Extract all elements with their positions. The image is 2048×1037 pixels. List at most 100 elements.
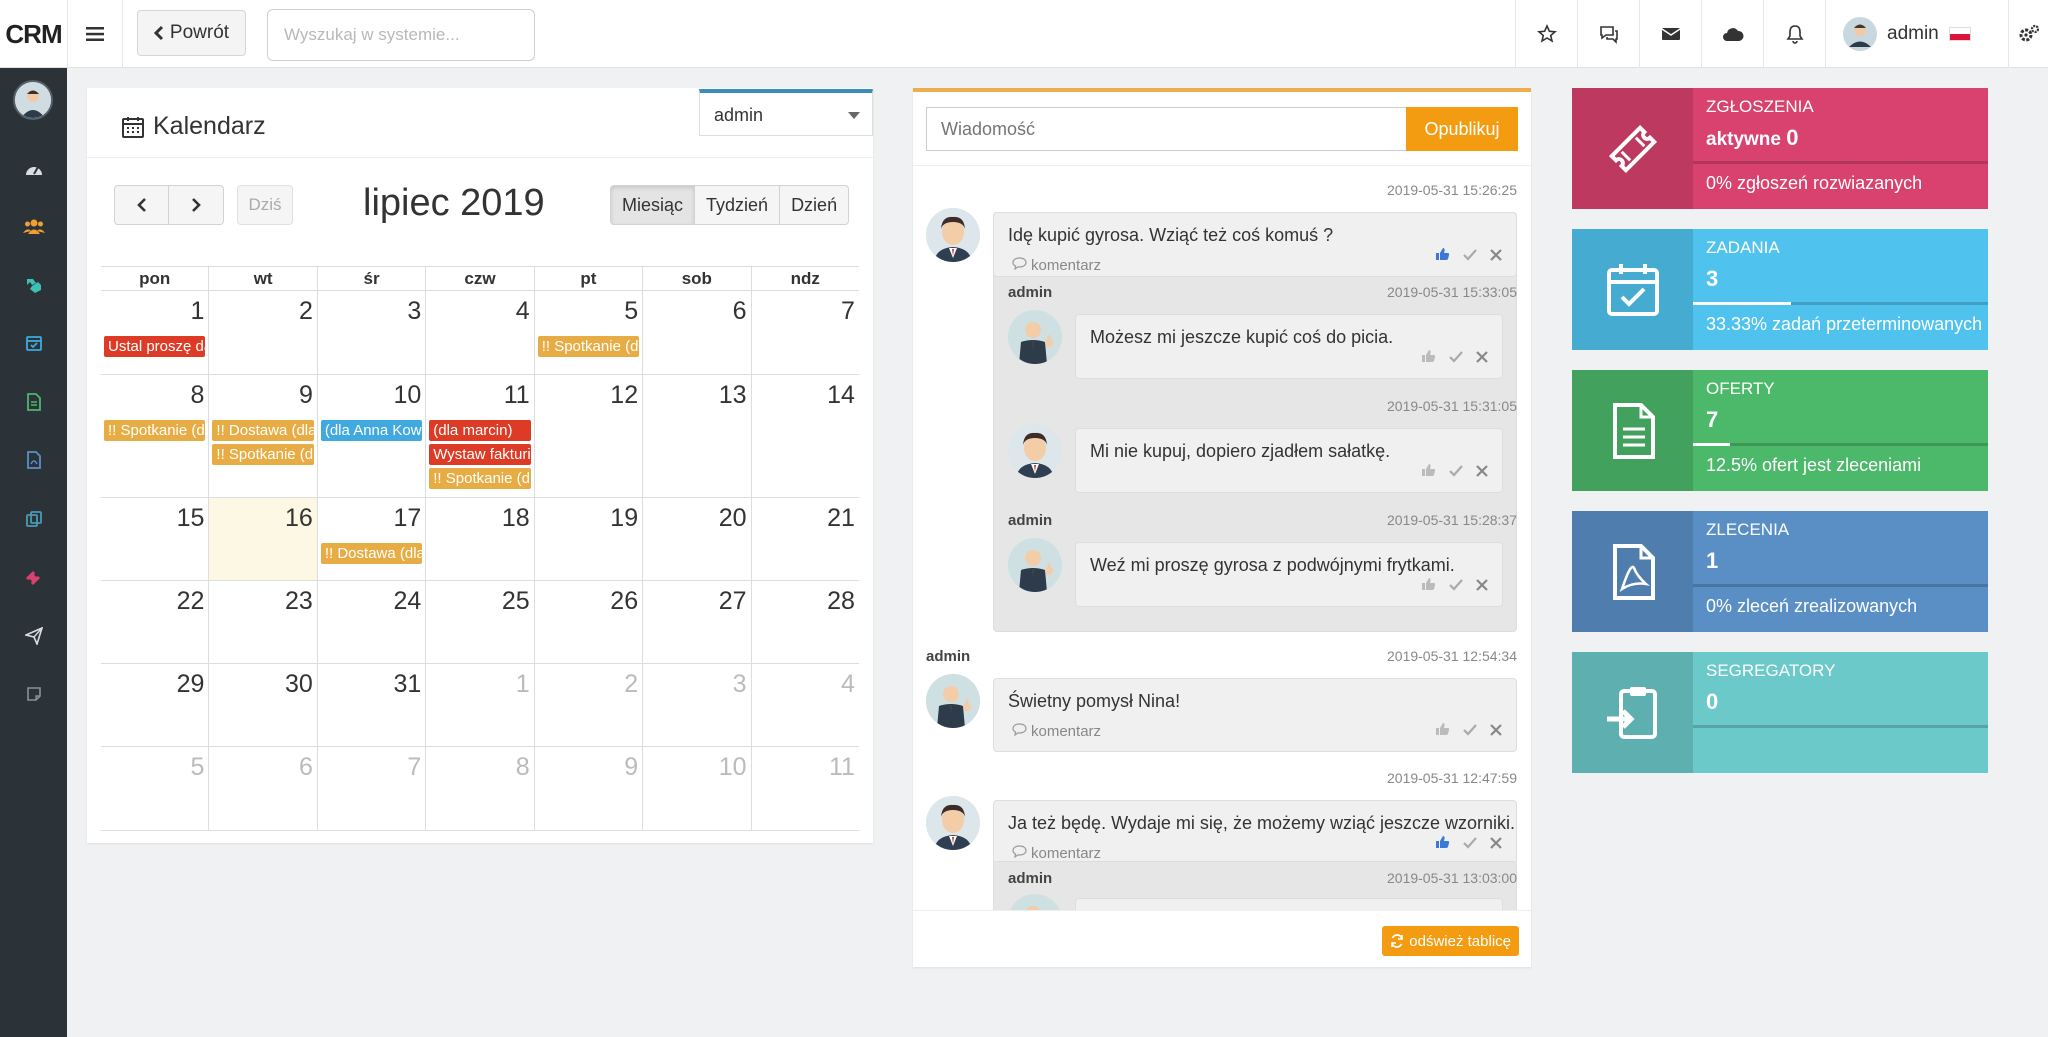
sidebar-item-deals[interactable] <box>0 270 67 300</box>
calendar-day[interactable]: 14 <box>750 375 859 497</box>
calendar-event[interactable]: !! Spotkanie (d <box>212 444 314 465</box>
calendar-event[interactable]: !! Dostawa (dla <box>320 543 423 564</box>
calendar-day[interactable]: 6 <box>642 291 750 374</box>
calendar-day[interactable]: 2 <box>533 664 642 746</box>
calendar-day[interactable]: 27 <box>642 581 750 663</box>
calendar-day[interactable]: 1 Ustal proszę da <box>101 291 208 374</box>
calendar-day[interactable]: 12 <box>533 375 642 497</box>
message-input[interactable] <box>926 107 1409 151</box>
delete-button[interactable] <box>1476 347 1488 368</box>
calendar-day[interactable]: 9 !! Dostawa (dla !! Spotkanie (d <box>208 375 316 497</box>
stat-tile[interactable]: ZLECENIA 1 0% zleceń zrealizowanych <box>1572 511 1988 632</box>
sidebar-item-contacts[interactable] <box>0 211 67 241</box>
sidebar-item-tickets[interactable] <box>0 562 67 592</box>
language-flag-icon[interactable] <box>1948 27 1971 41</box>
cloud-button[interactable] <box>1701 0 1763 68</box>
approve-button[interactable] <box>1463 833 1477 854</box>
brand-logo[interactable]: CRM <box>0 0 67 68</box>
stat-tile[interactable]: ZADANIA 3 33.33% zadań przeterminowanych <box>1572 229 1988 350</box>
delete-button[interactable] <box>1490 720 1502 741</box>
menu-toggle-button[interactable] <box>67 0 123 68</box>
calendar-event[interactable]: Ustal proszę da <box>104 336 206 357</box>
calendar-day[interactable]: 23 <box>208 581 316 663</box>
calendar-day[interactable]: 3 <box>316 291 425 374</box>
calendar-day[interactable]: 11 (dla marcin) Wystaw fakturi !! Spotkanie… <box>425 375 533 497</box>
calendar-user-select[interactable]: admin <box>699 89 873 136</box>
delete-button[interactable] <box>1490 833 1502 854</box>
calendar-day[interactable]: 11 <box>750 747 859 830</box>
back-button[interactable]: Powrót <box>137 10 246 56</box>
delete-button[interactable] <box>1490 245 1502 266</box>
calendar-day[interactable]: 17 !! Dostawa (dla <box>316 498 425 580</box>
calendar-day[interactable]: 6 <box>208 747 316 830</box>
calendar-day[interactable]: 8 !! Spotkanie (d <box>101 375 208 497</box>
view-button[interactable]: Tydzień <box>695 185 781 225</box>
settings-button[interactable] <box>2008 0 2048 68</box>
approve-button[interactable] <box>1449 461 1463 482</box>
chat-button[interactable] <box>1577 0 1639 68</box>
calendar-day[interactable]: 21 <box>750 498 859 580</box>
approve-button[interactable] <box>1463 720 1477 741</box>
calendar-day[interactable]: 20 <box>642 498 750 580</box>
delete-button[interactable] <box>1476 461 1488 482</box>
stat-tile[interactable]: ZGŁOSZENIA aktywne 0 0% zgłoszeń rozwiazan… <box>1572 88 1988 209</box>
message-feed[interactable]: 2019-05-31 15:26:25 Idę kupić gyrosa. Wzi… <box>913 165 1531 910</box>
sidebar-item-binders[interactable] <box>0 504 67 534</box>
calendar-day[interactable]: 13 <box>642 375 750 497</box>
sidebar-avatar[interactable] <box>13 80 53 120</box>
publish-button[interactable]: Opublikuj <box>1406 107 1518 151</box>
calendar-day[interactable]: 26 <box>533 581 642 663</box>
calendar-day[interactable]: 7 <box>316 747 425 830</box>
calendar-event[interactable]: !! Spotkanie (dl <box>537 336 640 357</box>
next-month-button[interactable] <box>169 185 224 225</box>
stat-tile[interactable]: OFERTY 7 12.5% ofert jest zleceniami <box>1572 370 1988 491</box>
like-button[interactable] <box>1435 720 1450 741</box>
like-button[interactable] <box>1421 461 1436 482</box>
favorites-button[interactable] <box>1515 0 1577 68</box>
calendar-day[interactable]: 4 <box>425 291 533 374</box>
view-button[interactable]: Miesiąc <box>610 185 696 225</box>
calendar-day[interactable]: 18 <box>425 498 533 580</box>
sidebar-item-orders[interactable] <box>0 445 67 475</box>
calendar-day[interactable]: 4 <box>750 664 859 746</box>
calendar-event[interactable]: !! Spotkanie (d <box>104 420 206 441</box>
calendar-day[interactable]: 2 <box>208 291 316 374</box>
calendar-day[interactable]: 10 <box>642 747 750 830</box>
calendar-day[interactable]: 29 <box>101 664 208 746</box>
sidebar-item-tasks[interactable] <box>0 328 67 358</box>
calendar-day[interactable]: 10 (dla Anna Kow <box>316 375 425 497</box>
stat-tile[interactable]: SEGREGATORY 0 <box>1572 652 1988 773</box>
approve-button[interactable] <box>1449 575 1463 596</box>
like-button[interactable] <box>1421 575 1436 596</box>
calendar-day[interactable]: 24 <box>316 581 425 663</box>
calendar-day[interactable]: 9 <box>533 747 642 830</box>
calendar-event[interactable]: !! Spotkanie (d <box>429 468 531 489</box>
sidebar-item-notes[interactable] <box>0 679 67 709</box>
like-button[interactable] <box>1421 347 1436 368</box>
calendar-event[interactable]: !! Dostawa (dla <box>212 420 314 441</box>
sidebar-item-offers[interactable] <box>0 387 67 417</box>
approve-button[interactable] <box>1449 347 1463 368</box>
calendar-day[interactable]: 3 <box>642 664 750 746</box>
calendar-day[interactable]: 1 <box>425 664 533 746</box>
calendar-event[interactable]: (dla Anna Kow <box>320 420 423 441</box>
refresh-board-button[interactable]: odśwież tablicę <box>1382 926 1519 956</box>
prev-month-button[interactable] <box>114 185 169 225</box>
today-button[interactable]: Dziś <box>237 185 293 225</box>
sidebar-item-messages[interactable] <box>0 621 67 651</box>
delete-button[interactable] <box>1476 575 1488 596</box>
calendar-day[interactable]: 5 <box>101 747 208 830</box>
calendar-day[interactable]: 30 <box>208 664 316 746</box>
like-button[interactable] <box>1435 833 1450 854</box>
user-menu[interactable]: admin <box>1825 0 2008 68</box>
calendar-day[interactable]: 15 <box>101 498 208 580</box>
calendar-day[interactable]: 22 <box>101 581 208 663</box>
sidebar-item-dashboard[interactable] <box>0 154 67 184</box>
calendar-day[interactable]: 28 <box>750 581 859 663</box>
calendar-day[interactable]: 16 <box>208 498 317 580</box>
like-button[interactable] <box>1435 245 1450 266</box>
calendar-day[interactable]: 7 <box>750 291 859 374</box>
search-input[interactable] <box>267 9 535 61</box>
calendar-day[interactable]: 5 !! Spotkanie (dl <box>533 291 642 374</box>
calendar-day[interactable]: 31 <box>316 664 425 746</box>
